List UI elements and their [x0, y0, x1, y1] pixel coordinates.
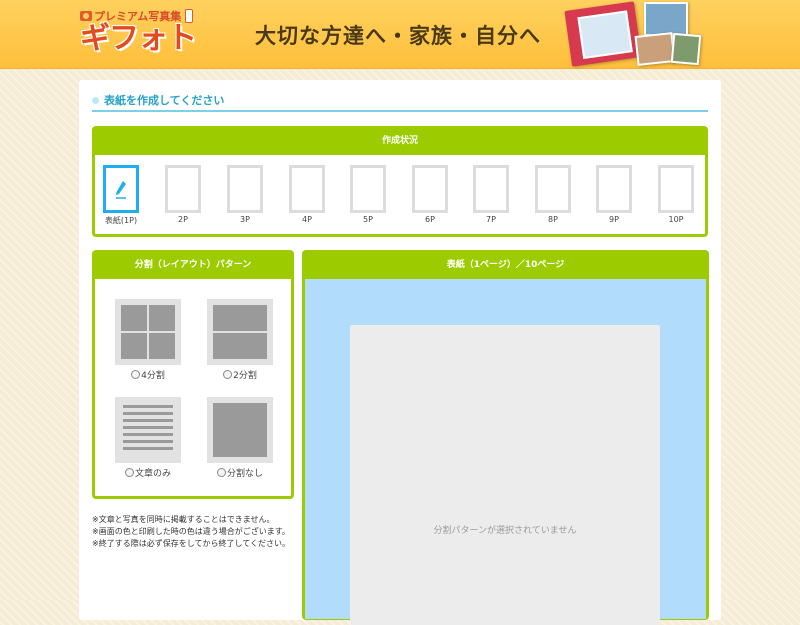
pattern-label-text: 文章のみ: [134, 469, 171, 479]
site-header: プレミアム写真集 ギフォト 大切な方達へ・家族・自分へ: [0, 0, 800, 69]
pattern-4split-preview[interactable]: [115, 299, 181, 365]
notes: ※文章と写真を同時に掲載することはできません。 ※画面の色と印刷した時の色は違う…: [92, 514, 290, 550]
page-thumbnail[interactable]: [596, 165, 632, 213]
pattern-label[interactable]: 2分割: [200, 368, 280, 381]
editor-panel: 表紙を作成してください 作成状況 表紙(1P) 2P 3P 4P 5P 6P 7…: [79, 80, 721, 625]
photo-image: [644, 2, 688, 36]
page-label: 4P: [302, 215, 312, 224]
page-thumbnail[interactable]: [473, 165, 509, 213]
pattern-label[interactable]: 4分割: [108, 368, 188, 381]
site-logo[interactable]: ギフォト: [80, 22, 197, 56]
page-item-10[interactable]: 10P: [658, 165, 694, 224]
page-label: 9P: [609, 215, 619, 224]
page-item-4[interactable]: 4P: [289, 165, 325, 224]
section-heading: 表紙を作成してください: [92, 92, 708, 112]
pattern-label[interactable]: 文章のみ: [108, 466, 188, 479]
page-thumbnail[interactable]: [165, 165, 201, 213]
page-item-6[interactable]: 6P: [412, 165, 448, 224]
bullet-icon: [92, 96, 99, 104]
page-label: 表紙(1P): [104, 216, 138, 225]
pencil-icon: [116, 181, 126, 199]
empty-pattern-message: 分割パターンが選択されていません: [433, 526, 577, 536]
cover-canvas: 分割パターンが選択されていません: [305, 279, 706, 625]
creation-status-box: 作成状況 表紙(1P) 2P 3P 4P 5P 6P 7P 8P 9P 10P: [92, 126, 708, 237]
radio-button[interactable]: [131, 370, 141, 379]
pattern-label-text: 4分割: [141, 371, 165, 381]
page-label: 6P: [425, 215, 435, 224]
cover-page-area[interactable]: 分割パターンが選択されていません: [350, 325, 660, 625]
photo-image: [670, 32, 702, 66]
page-item-3[interactable]: 3P: [227, 165, 263, 224]
page-thumbnail[interactable]: [412, 165, 448, 213]
photo-image: [634, 32, 676, 66]
layout-pattern-title: 分割（レイアウト）パターン: [95, 253, 291, 279]
pattern-no-split-preview[interactable]: [207, 397, 273, 463]
note-line: ※終了する際は必ず保存をしてから終了してください。: [92, 539, 290, 548]
radio-button[interactable]: [216, 468, 226, 477]
pattern-option-4split[interactable]: 4分割: [108, 299, 188, 381]
radio-button[interactable]: [223, 370, 233, 379]
pattern-option-text-only[interactable]: 文章のみ: [108, 397, 188, 479]
pattern-label-text: 2分割: [233, 371, 257, 381]
page-item-9[interactable]: 9P: [596, 165, 632, 224]
page-thumbnail[interactable]: [535, 165, 571, 213]
photo-album-image: [564, 1, 642, 67]
header-tagline: 大切な方達へ・家族・自分へ: [255, 24, 541, 48]
page-item-7[interactable]: 7P: [473, 165, 509, 224]
creation-status-title: 作成状況: [95, 129, 705, 155]
page-label: 7P: [486, 215, 496, 224]
page-label: 2P: [178, 215, 188, 224]
note-line: ※画面の色と印刷した時の色は違う場合がございます。: [92, 527, 290, 536]
page-thumbnail[interactable]: [658, 165, 694, 213]
page-item-8[interactable]: 8P: [535, 165, 571, 224]
page-thumbnail[interactable]: [227, 165, 263, 213]
pattern-label[interactable]: 分割なし: [200, 466, 280, 479]
page-label: 3P: [240, 215, 250, 224]
cover-editor-title: 表紙（1ページ）／10ページ: [305, 253, 706, 279]
cover-editor-box: 表紙（1ページ）／10ページ 分割パターンが選択されていません: [302, 250, 709, 625]
page-thumbnail[interactable]: [350, 165, 386, 213]
page-label: 5P: [363, 215, 373, 224]
pattern-label-text: 分割なし: [226, 469, 263, 479]
pattern-option-no-split[interactable]: 分割なし: [200, 397, 280, 479]
pattern-option-2split[interactable]: 2分割: [200, 299, 280, 381]
page-thumbnail[interactable]: [289, 165, 325, 213]
camera-icon: [80, 11, 92, 21]
page-label: 8P: [548, 215, 558, 224]
radio-button[interactable]: [124, 468, 134, 477]
page-thumbnail[interactable]: [103, 165, 139, 213]
layout-pattern-box: 分割（レイアウト）パターン 4分割 2分割 文章のみ 分割なし: [92, 250, 294, 499]
page-item-cover[interactable]: 表紙(1P): [103, 165, 139, 226]
pattern-text-only-preview[interactable]: [115, 397, 181, 463]
page-item-5[interactable]: 5P: [350, 165, 386, 224]
page-thumbnails: 表紙(1P) 2P 3P 4P 5P 6P 7P 8P 9P 10P: [95, 155, 705, 237]
section-heading-text: 表紙を作成してください: [104, 94, 225, 107]
note-line: ※文章と写真を同時に掲載することはできません。: [92, 515, 275, 524]
pattern-2split-preview[interactable]: [207, 299, 273, 365]
page-label: 10P: [668, 215, 684, 224]
page-item-2[interactable]: 2P: [165, 165, 201, 224]
